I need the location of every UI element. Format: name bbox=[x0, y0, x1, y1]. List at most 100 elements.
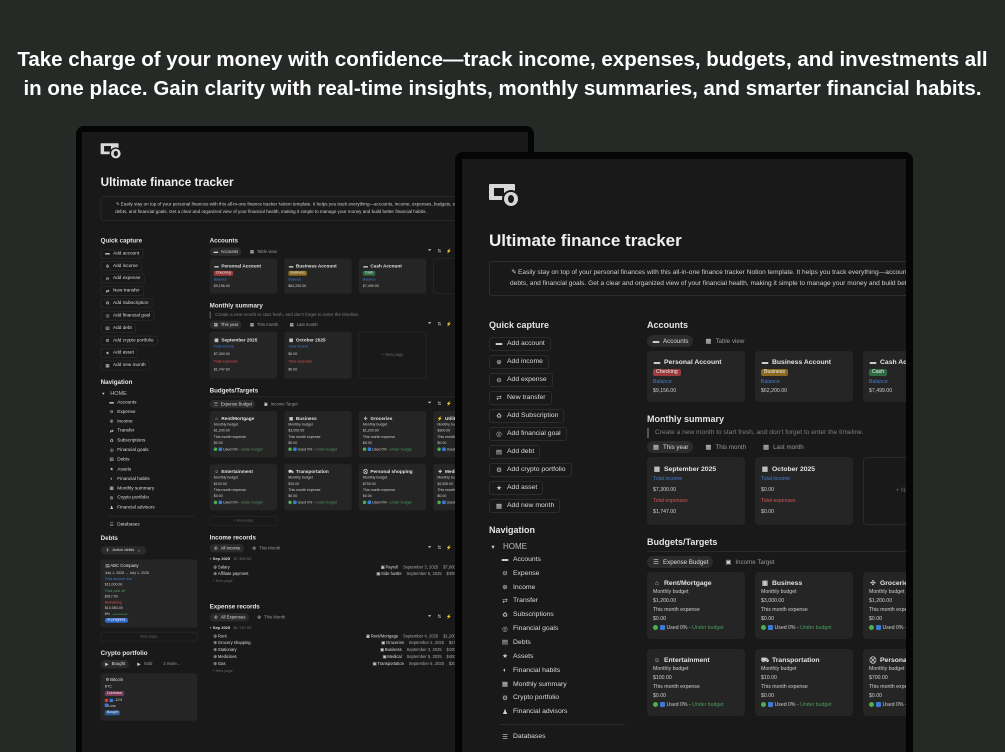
record-row[interactable]: ⊕Salary ▣Payroll September 3, 2025 $7,000.0… bbox=[210, 564, 461, 571]
quick-capture-button[interactable]: ⇄ New transfer bbox=[100, 285, 144, 296]
automation-icon[interactable]: ⚡ bbox=[446, 545, 452, 551]
quick-capture-button[interactable]: ⊕ Add income bbox=[100, 260, 142, 271]
quick-capture-button[interactable]: ⚙ Add crypto portfolio bbox=[100, 335, 158, 346]
nav-link[interactable]: ▦ Monthly summary bbox=[489, 677, 639, 691]
view-tab[interactable]: ☰ Expense Budget bbox=[647, 556, 714, 568]
view-tab[interactable]: ⊕ This Month bbox=[253, 613, 289, 621]
quick-capture-button[interactable]: ⊖ Add expense bbox=[489, 372, 553, 387]
quick-capture-button[interactable]: ▤ Add debt bbox=[489, 444, 541, 459]
account-card[interactable]: ▬ Personal Account Checking Balance $9,156.0… bbox=[647, 351, 745, 402]
debt-card[interactable]: ▤ABC Company July 1, 2025 → July 1, 2026 T… bbox=[100, 559, 198, 628]
budget-card[interactable]: ⛟ Transportation Monthly budget $10.00 This … bbox=[284, 464, 352, 511]
nav-link[interactable]: ⚙ Crypto portfolio bbox=[101, 493, 205, 503]
account-card[interactable]: ▬ Personal Account Checking Balance $9,156.0… bbox=[209, 258, 278, 294]
view-tab[interactable]: ▦ Table view bbox=[246, 247, 280, 255]
budget-card[interactable]: ⌂ Rent/Mortgage Monthly budget $1,200.00 Thi… bbox=[647, 572, 745, 639]
budget-card[interactable]: ▣ Business Monthly budget $3,000.00 This mon… bbox=[284, 410, 352, 458]
record-row[interactable]: ⊕Grocery shopping ▣Groceries September 2, … bbox=[210, 640, 461, 647]
budget-card[interactable]: ☺ Entertainment Monthly budget $100.00 This … bbox=[647, 649, 745, 716]
quick-capture-button[interactable]: ♻ Add Subscription bbox=[100, 298, 153, 308]
record-row[interactable]: ⊕Rent ▣Rent/Mortgage September 4, 2025 $1,2… bbox=[210, 633, 461, 640]
view-tab[interactable]: ⊕ All income bbox=[209, 544, 244, 553]
quick-capture-button[interactable]: ⚙ Add crypto portfolio bbox=[489, 462, 572, 477]
nav-link[interactable]: ♟ Financial advisors bbox=[489, 705, 639, 719]
new-month-card[interactable]: + New page bbox=[863, 457, 906, 525]
quick-capture-button[interactable]: ⊖ Add expense bbox=[100, 273, 145, 283]
view-tab[interactable]: ⊕ This Month bbox=[248, 544, 284, 552]
filter-icon[interactable]: ⏷ bbox=[427, 614, 433, 620]
sort-icon[interactable]: ⇅ bbox=[437, 248, 443, 254]
quick-capture-button[interactable]: ⇄ New transfer bbox=[489, 390, 552, 405]
account-card[interactable]: ▬Cash AccountCashBalance$7,499.00 bbox=[863, 351, 906, 402]
nav-link-databases[interactable]: ☰ Databases bbox=[101, 520, 205, 530]
budget-card[interactable]: ⌂ Rent/Mortgage Monthly budget $1,200.00 Thi… bbox=[209, 410, 278, 458]
nav-link[interactable]: ◐ Financial habits bbox=[101, 474, 205, 484]
active-debts-filter[interactable]: ⇕ Active debts ⌄ bbox=[100, 546, 146, 555]
month-card[interactable]: ▦ October 2025 Total income $0.00 Total expe… bbox=[284, 331, 352, 379]
account-card[interactable]: ▬Cash AccountCashBalance$7,499.00 bbox=[358, 258, 427, 294]
crypto-tab[interactable]: ▶ Bought bbox=[100, 660, 129, 669]
nav-link[interactable]: ⊖ Expense bbox=[101, 407, 205, 417]
quick-capture-button[interactable]: ◎ Add financial goal bbox=[100, 310, 155, 321]
nav-link[interactable]: ⊕ Income bbox=[101, 417, 205, 427]
record-row[interactable]: ⊕Stationary ▣Business September 3, 2025 $10… bbox=[210, 647, 461, 654]
quick-capture-button[interactable]: ♻ Add Subscription bbox=[489, 408, 565, 423]
sort-icon[interactable]: ⇅ bbox=[437, 401, 443, 406]
quick-capture-button[interactable]: ⊕ Add income bbox=[489, 354, 549, 369]
nav-link[interactable]: ♟ Financial advisors bbox=[101, 503, 205, 513]
sort-icon[interactable]: ⇅ bbox=[437, 321, 443, 327]
nav-link[interactable]: ⚙ Crypto portfolio bbox=[489, 691, 639, 705]
nav-link[interactable]: ▤ Debts bbox=[489, 636, 639, 650]
budget-card[interactable]: ▣ Business Monthly budget $3,000.00 This mon… bbox=[755, 572, 853, 639]
nav-link[interactable]: ▦ Monthly summary bbox=[101, 483, 205, 493]
nav-link[interactable]: ▬ Accounts bbox=[489, 553, 639, 567]
automation-icon[interactable]: ⚡ bbox=[446, 401, 452, 406]
view-tab[interactable]: ▦ This year bbox=[209, 320, 242, 329]
budget-card[interactable]: ⛟ Transportation Monthly budget $10.00 This … bbox=[755, 649, 853, 716]
quick-capture-button[interactable]: ▤ Add debt bbox=[100, 322, 136, 333]
account-card[interactable]: ▬ Business Account Business Balance $62,200.… bbox=[755, 351, 853, 402]
month-card[interactable]: ▦ September 2025 Total income $7,300.00 Tota… bbox=[209, 331, 278, 379]
view-tab[interactable]: ▣ Income Target bbox=[719, 556, 779, 568]
record-row[interactable]: ⊕Affiliate payment ▣Side hustle September … bbox=[210, 571, 461, 578]
expenses-new-page-button[interactable]: + New page bbox=[210, 668, 462, 675]
nav-link[interactable]: ⇄ Transfer bbox=[489, 594, 639, 608]
quick-capture-button[interactable]: ▬ Add account bbox=[100, 248, 144, 259]
sort-icon[interactable]: ⇅ bbox=[437, 614, 443, 620]
quick-capture-button[interactable]: ▦ Add new month bbox=[489, 498, 561, 513]
nav-link[interactable]: ♻ Subscriptions bbox=[489, 608, 639, 622]
nav-link[interactable]: ♻ Subscriptions bbox=[101, 436, 205, 446]
nav-link[interactable]: ◐ Financial habits bbox=[489, 663, 639, 677]
quick-capture-button[interactable]: ▬ Add account bbox=[489, 336, 551, 351]
filter-icon[interactable]: ⏷ bbox=[427, 248, 433, 254]
view-tab[interactable]: ▦ This month bbox=[246, 321, 282, 329]
nav-link-databases[interactable]: ☰ Databases bbox=[489, 730, 639, 744]
nav-link[interactable]: ★ Assets bbox=[101, 464, 205, 474]
view-tab[interactable]: ▬ Accounts bbox=[209, 247, 242, 256]
crypto-tab[interactable]: ▶ Sold bbox=[133, 660, 156, 668]
nav-link[interactable]: ⇄ Transfer bbox=[101, 426, 205, 436]
budget-card[interactable]: ✣ Groceries Monthly budget $1,200.00 This mo… bbox=[863, 572, 906, 639]
view-tab[interactable]: ▦ Last month bbox=[286, 321, 322, 329]
filter-icon[interactable]: ⏷ bbox=[427, 321, 433, 327]
group-header[interactable]: ▾ Sep 2025 $7,300.00 bbox=[210, 557, 462, 564]
nav-link[interactable]: ▤ Debts bbox=[101, 455, 205, 465]
budget-card[interactable]: ⛒Personal shoppingMonthly budget$700.00T… bbox=[863, 649, 906, 716]
budget-card[interactable]: ☺ Entertainment Monthly budget $100.00 This … bbox=[209, 464, 278, 511]
nav-link[interactable]: ⊖ Expense bbox=[489, 566, 639, 580]
view-tab[interactable]: ▦ Table view bbox=[699, 335, 749, 347]
nav-link[interactable]: ★ Assets bbox=[489, 649, 639, 663]
crypto-tab[interactable]: 2 more... bbox=[160, 660, 184, 668]
budget-card[interactable]: ⛒Personal shoppingMonthly budget$700.00T… bbox=[358, 464, 427, 511]
filter-icon[interactable]: ⏷ bbox=[427, 401, 433, 407]
nav-link[interactable]: ◎ Financial goals bbox=[101, 445, 205, 455]
group-header[interactable]: ▾ Sep 2025 $1,747.00 bbox=[210, 626, 462, 633]
automation-icon[interactable]: ⚡ bbox=[446, 248, 452, 254]
view-tab[interactable]: ▣ Income Target bbox=[260, 400, 301, 408]
notion-page-viewport[interactable]: Ultimate finance tracker ✎Easily stay on … bbox=[462, 159, 906, 752]
view-tab[interactable]: ⊕ All Expenses bbox=[209, 613, 249, 622]
income-new-page-button[interactable]: + New page bbox=[210, 578, 462, 585]
quick-capture-button[interactable]: ★ Add asset bbox=[489, 480, 544, 495]
automation-icon[interactable]: ⚡ bbox=[446, 321, 452, 327]
nav-home-toggle[interactable]: ▾ HOME bbox=[489, 541, 639, 553]
